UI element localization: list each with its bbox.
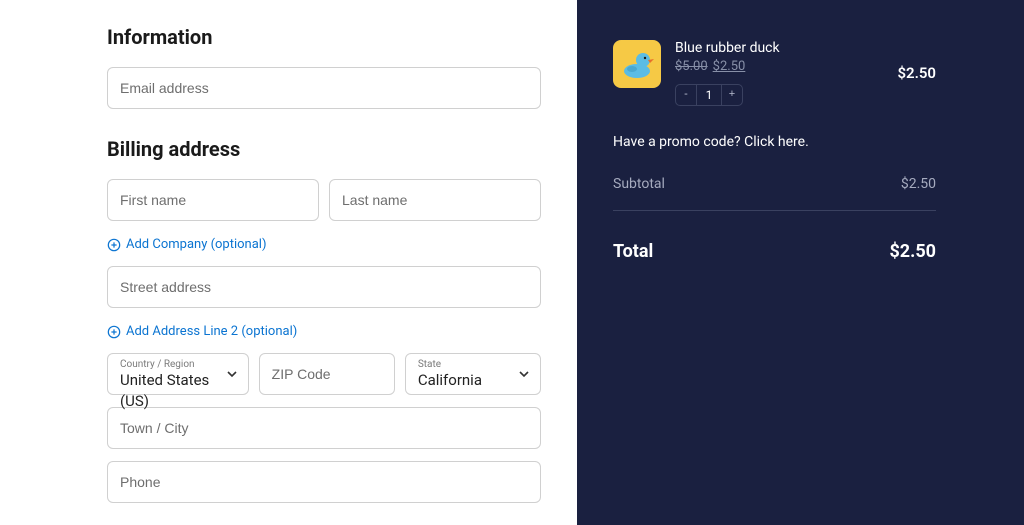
checkout-form: Information Billing address Add Company … (0, 0, 577, 525)
quantity-stepper: - 1 + (675, 84, 743, 106)
zip-field[interactable] (259, 353, 395, 395)
billing-section: Billing address Add Company (optional) A… (107, 137, 541, 503)
total-label: Total (613, 241, 653, 262)
original-price: $5.00 (675, 59, 708, 74)
add-line2-label: Add Address Line 2 (optional) (126, 324, 297, 339)
product-name: Blue rubber duck (675, 40, 883, 56)
information-heading: Information (107, 25, 541, 49)
product-thumbnail (613, 40, 661, 88)
total-value: $2.50 (889, 241, 936, 262)
duck-icon (620, 49, 654, 79)
add-address-line-2-link[interactable]: Add Address Line 2 (optional) (107, 324, 297, 339)
subtotal-label: Subtotal (613, 176, 665, 192)
product-price: $5.00 $2.50 (675, 59, 883, 74)
last-name-field[interactable] (329, 179, 541, 221)
chevron-down-icon (518, 368, 530, 380)
subtotal-row: Subtotal $2.50 (613, 176, 936, 192)
first-name-field[interactable] (107, 179, 319, 221)
country-value: United States (US) (120, 371, 209, 410)
state-label: State (418, 359, 528, 370)
state-value: California (418, 371, 482, 389)
subtotal-value: $2.50 (901, 176, 936, 192)
promo-code-link[interactable]: Have a promo code? Click here. (613, 134, 936, 150)
plus-circle-icon (107, 325, 121, 339)
billing-heading: Billing address (107, 137, 541, 161)
chevron-down-icon (226, 368, 238, 380)
qty-value: 1 (696, 85, 722, 105)
line-total: $2.50 (897, 64, 936, 82)
street-address-field[interactable] (107, 266, 541, 308)
add-company-label: Add Company (optional) (126, 237, 267, 252)
qty-decrease-button[interactable]: - (676, 85, 696, 105)
country-select[interactable]: Country / Region United States (US) (107, 353, 249, 395)
cart-item: Blue rubber duck $5.00 $2.50 - 1 + $2.50 (613, 40, 936, 106)
add-company-link[interactable]: Add Company (optional) (107, 237, 267, 252)
discount-price: $2.50 (713, 59, 746, 74)
order-summary: Blue rubber duck $5.00$2.50 - 1 + $2.50 … (577, 0, 1024, 525)
phone-field[interactable] (107, 461, 541, 503)
country-label: Country / Region (120, 359, 236, 370)
qty-increase-button[interactable]: + (722, 85, 742, 105)
total-row: Total $2.50 (613, 210, 936, 262)
information-section: Information (107, 25, 541, 109)
state-select[interactable]: State California (405, 353, 541, 395)
plus-circle-icon (107, 238, 121, 252)
email-field[interactable] (107, 67, 541, 109)
cart-item-details: Blue rubber duck $5.00 $2.50 - 1 + (675, 40, 883, 106)
town-city-field[interactable] (107, 407, 541, 449)
